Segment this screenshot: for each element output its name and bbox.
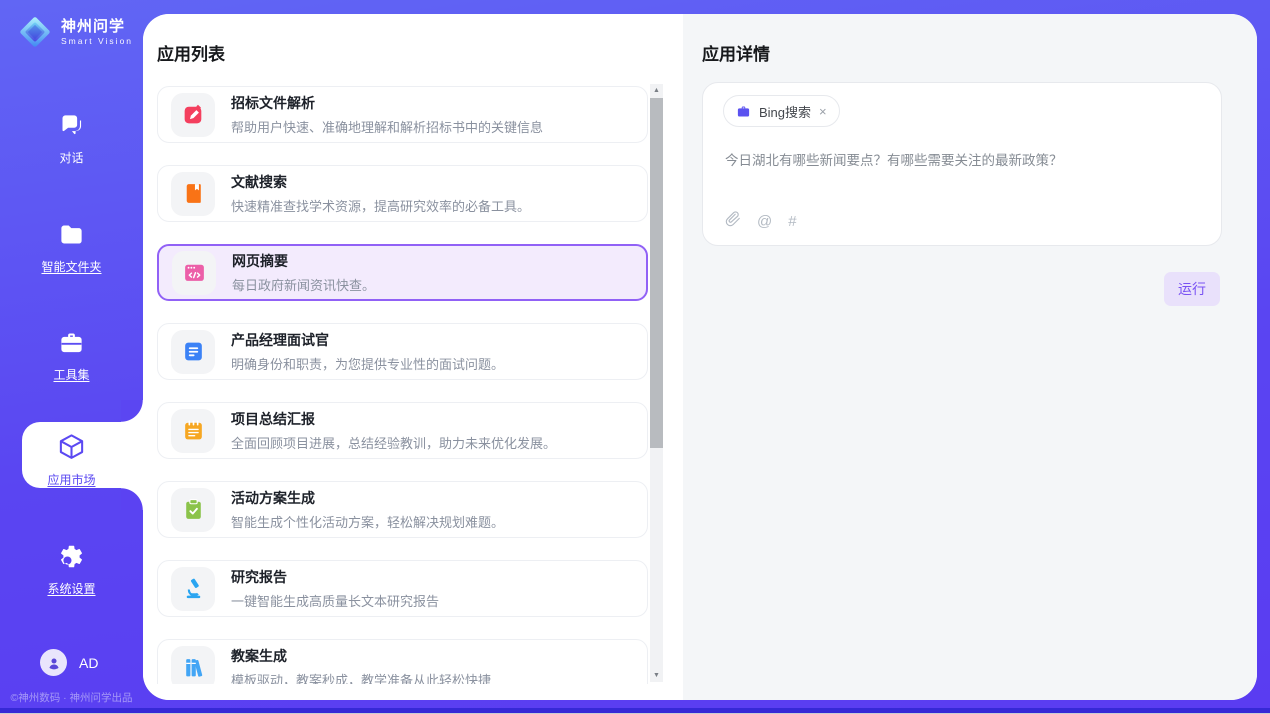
toolbox-icon (58, 329, 85, 356)
user-name: AD (79, 655, 98, 671)
copyright-footer: ©神州数码 · 神州问学出品 (0, 690, 143, 705)
app-card-title: 网页摘要 (232, 251, 375, 271)
app-card-title: 活动方案生成 (231, 488, 504, 508)
app-card-selected[interactable]: 网页摘要 每日政府新闻资讯快查。 (157, 244, 648, 301)
chat-icon (58, 112, 85, 139)
app-list-panel: 应用列表 招标文件解析 帮助用户快速、准确地理解和解析招标书中的关键信息 (143, 14, 683, 700)
app-card[interactable]: 研究报告 一键智能生成高质量长文本研究报告 (157, 560, 648, 617)
brand-logo: 神州问学 Smart Vision (16, 13, 133, 51)
app-card-desc: 智能生成个性化活动方案，轻松解决规划难题。 (231, 512, 504, 531)
chip-label: Bing搜索 (759, 102, 811, 121)
clipboard-check-icon (171, 488, 215, 532)
run-button[interactable]: 运行 (1164, 272, 1220, 306)
app-card[interactable]: 教案生成 模板驱动，教案秒成，教学准备从此轻松快捷 (157, 639, 648, 684)
prompt-toolbar: @ # (725, 211, 797, 231)
briefcase-icon (736, 104, 751, 119)
attach-icon[interactable] (725, 211, 741, 231)
app-card[interactable]: 活动方案生成 智能生成个性化活动方案，轻松解决规划难题。 (157, 481, 648, 538)
app-card-desc: 一键智能生成高质量长文本研究报告 (231, 591, 439, 610)
mention-icon[interactable]: @ (757, 213, 772, 230)
app-card[interactable]: 文献搜索 快速精准查找学术资源，提高研究效率的必备工具。 (157, 165, 648, 222)
list-scrollbar[interactable]: ▲ ▼ (650, 84, 663, 682)
sidebar-item-smart-folder[interactable]: 智能文件夹 (0, 221, 143, 275)
sidebar-item-label: 工具集 (0, 366, 143, 383)
sidebar: 神州问学 Smart Vision 对话 智能文件夹 工具集 应用市场 (0, 0, 143, 714)
tool-chip-bing-search[interactable]: Bing搜索 × (723, 95, 840, 127)
brand-subtitle: Smart Vision (61, 36, 133, 46)
sidebar-item-label: 应用市场 (0, 471, 143, 488)
app-card-desc: 快速精准查找学术资源，提高研究效率的必备工具。 (231, 196, 530, 215)
browser-code-icon (172, 251, 216, 295)
app-detail-title: 应用详情 (702, 40, 770, 65)
scroll-up-arrow[interactable]: ▲ (650, 84, 663, 97)
app-detail-panel: 应用详情 Bing搜索 × 今日湖北有哪些新闻要点？有哪些需要关注的最新政策？ … (683, 14, 1257, 700)
app-card-title: 文献搜索 (231, 172, 530, 192)
folder-icon (58, 221, 85, 248)
cube-icon (57, 432, 86, 461)
sidebar-item-label: 系统设置 (0, 580, 143, 597)
app-card[interactable]: 招标文件解析 帮助用户快速、准确地理解和解析招标书中的关键信息 (157, 86, 648, 143)
chip-close-icon[interactable]: × (819, 105, 827, 118)
app-list-title: 应用列表 (157, 40, 225, 65)
app-card-title: 项目总结汇报 (231, 409, 556, 429)
book-icon (171, 172, 215, 216)
sidebar-item-settings[interactable]: 系统设置 (0, 543, 143, 597)
app-card-desc: 模板驱动，教案秒成，教学准备从此轻松快捷 (231, 670, 491, 684)
gear-icon (58, 543, 85, 570)
app-card-title: 产品经理面试官 (231, 330, 504, 350)
prompt-textarea[interactable]: 今日湖北有哪些新闻要点？有哪些需要关注的最新政策？ (725, 151, 1199, 171)
scroll-down-arrow[interactable]: ▼ (650, 669, 663, 682)
app-card-title: 研究报告 (231, 567, 439, 587)
sidebar-item-chat[interactable]: 对话 (0, 112, 143, 166)
app-card[interactable]: 产品经理面试官 明确身份和职责，为您提供专业性的面试问题。 (157, 323, 648, 380)
resume-icon (171, 330, 215, 374)
app-card[interactable]: 项目总结汇报 全面回顾项目进展，总结经验教训，助力未来优化发展。 (157, 402, 648, 459)
sidebar-item-label: 对话 (0, 149, 143, 166)
app-card-desc: 明确身份和职责，为您提供专业性的面试问题。 (231, 354, 504, 373)
brand-name: 神州问学 (61, 18, 133, 35)
microscope-icon (171, 567, 215, 611)
avatar (40, 649, 67, 676)
app-card-title: 招标文件解析 (231, 93, 543, 113)
app-card-title: 教案生成 (231, 646, 491, 666)
user-account[interactable]: AD (40, 649, 98, 676)
app-card-desc: 每日政府新闻资讯快查。 (232, 275, 375, 294)
sidebar-item-label: 智能文件夹 (0, 258, 143, 275)
prompt-card: Bing搜索 × 今日湖北有哪些新闻要点？有哪些需要关注的最新政策？ @ # (702, 82, 1222, 246)
main-content: 应用列表 招标文件解析 帮助用户快速、准确地理解和解析招标书中的关键信息 (143, 14, 1257, 700)
app-list: 招标文件解析 帮助用户快速、准确地理解和解析招标书中的关键信息 文献搜索 快速精… (157, 86, 648, 684)
app-card-desc: 全面回顾项目进展，总结经验教训，助力未来优化发展。 (231, 433, 556, 452)
person-icon (46, 655, 62, 671)
hash-icon[interactable]: # (788, 213, 796, 230)
pen-square-icon (171, 93, 215, 137)
diamond-logo-icon (16, 13, 54, 51)
books-icon (171, 646, 215, 685)
notepad-icon (171, 409, 215, 453)
sidebar-item-app-market[interactable]: 应用市场 (0, 432, 143, 488)
app-card-desc: 帮助用户快速、准确地理解和解析招标书中的关键信息 (231, 117, 543, 136)
scrollbar-thumb[interactable] (650, 98, 663, 448)
sidebar-item-toolset[interactable]: 工具集 (0, 329, 143, 383)
